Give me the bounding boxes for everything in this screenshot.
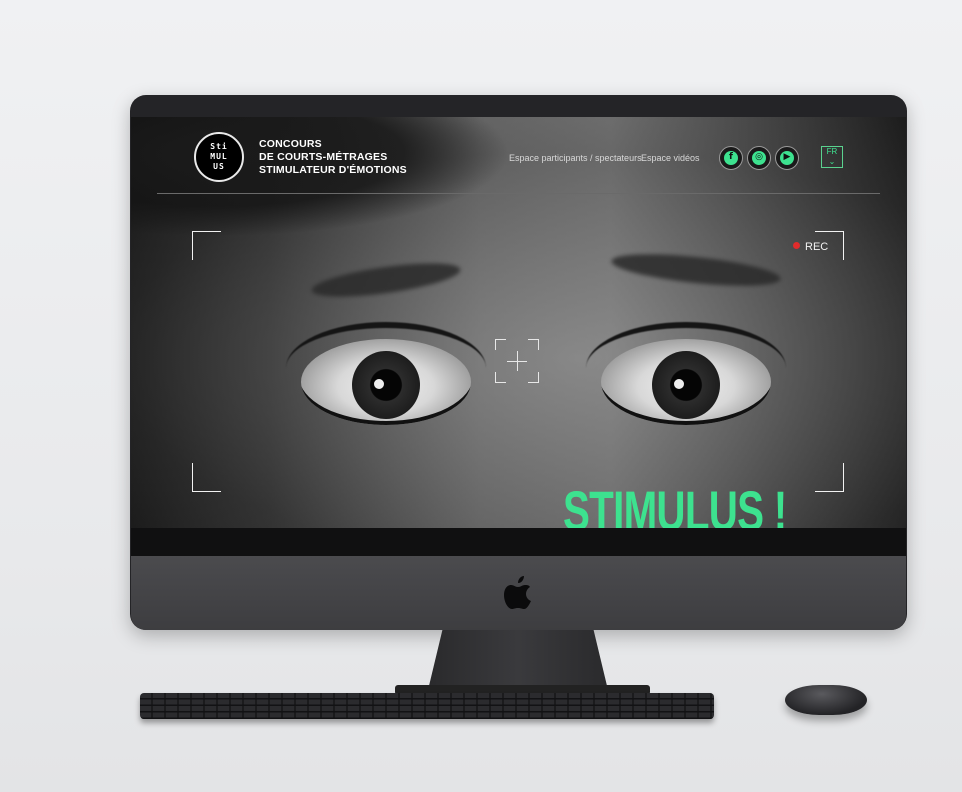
facebook-link[interactable]: f bbox=[719, 146, 743, 170]
keyboard bbox=[140, 693, 714, 719]
nav-link-participants[interactable]: Espace participants / spectateurs bbox=[509, 153, 642, 163]
instagram-link[interactable]: ◎ bbox=[747, 146, 771, 170]
stimulus-logo[interactable]: Sti MUL US bbox=[194, 132, 244, 182]
website-screen: Sti MUL US CONCOURS DE COURTS-MÉTRAGES S… bbox=[131, 117, 906, 556]
reticle-corner-tl bbox=[495, 339, 506, 350]
nav-link-videos[interactable]: Espace vidéos bbox=[641, 153, 700, 163]
reticle-corner-br bbox=[528, 372, 539, 383]
rec-indicator: REC bbox=[793, 241, 828, 253]
right-iris bbox=[652, 351, 720, 419]
reticle-corner-bl bbox=[495, 372, 506, 383]
brand-line-1: CONCOURS bbox=[259, 138, 322, 150]
chevron-down-icon: ⌄ bbox=[828, 157, 836, 166]
brand-line-2: DE COURTS-MÉTRAGES bbox=[259, 151, 388, 163]
left-eyebrow bbox=[309, 256, 463, 304]
hero-title: STIMULUS ! bbox=[563, 481, 787, 528]
logo-line-2: MUL bbox=[210, 152, 228, 161]
youtube-link[interactable]: ▶ bbox=[775, 146, 799, 170]
screen-bottom-band bbox=[131, 528, 906, 556]
viewfinder-corner-top-left bbox=[192, 231, 221, 260]
hero-title-wrap: STIMULUS ! bbox=[563, 481, 873, 528]
brand-tagline[interactable]: CONCOURS DE COURTS-MÉTRAGES STIMULATEUR … bbox=[259, 138, 407, 177]
apple-logo-icon bbox=[504, 576, 531, 609]
reticle-corner-tr bbox=[528, 339, 539, 350]
language-selector[interactable]: FR ⌄ bbox=[821, 146, 843, 168]
logo-line-3: US bbox=[213, 162, 225, 171]
hair-shadow bbox=[131, 117, 511, 237]
monitor-stand bbox=[428, 630, 608, 690]
mouse bbox=[785, 685, 867, 715]
viewfinder-corner-bottom-left bbox=[192, 463, 221, 492]
logo-line-1: Sti bbox=[210, 142, 228, 151]
right-eyebrow bbox=[610, 248, 782, 292]
left-iris bbox=[352, 351, 420, 419]
right-eye bbox=[601, 339, 771, 425]
youtube-icon: ▶ bbox=[783, 152, 791, 162]
brand-line-3: STIMULATEUR D'ÉMOTIONS bbox=[259, 164, 407, 176]
left-eye bbox=[301, 339, 471, 425]
reticle-plus-h bbox=[507, 361, 527, 362]
keyboard-key-rows bbox=[140, 693, 714, 719]
language-current: FR bbox=[826, 147, 838, 156]
right-eye-glint bbox=[674, 379, 684, 389]
facebook-icon: f bbox=[729, 152, 733, 162]
instagram-icon: ◎ bbox=[755, 152, 763, 162]
focus-reticle-icon bbox=[495, 339, 539, 383]
header-divider bbox=[157, 193, 880, 194]
left-eye-glint bbox=[374, 379, 384, 389]
